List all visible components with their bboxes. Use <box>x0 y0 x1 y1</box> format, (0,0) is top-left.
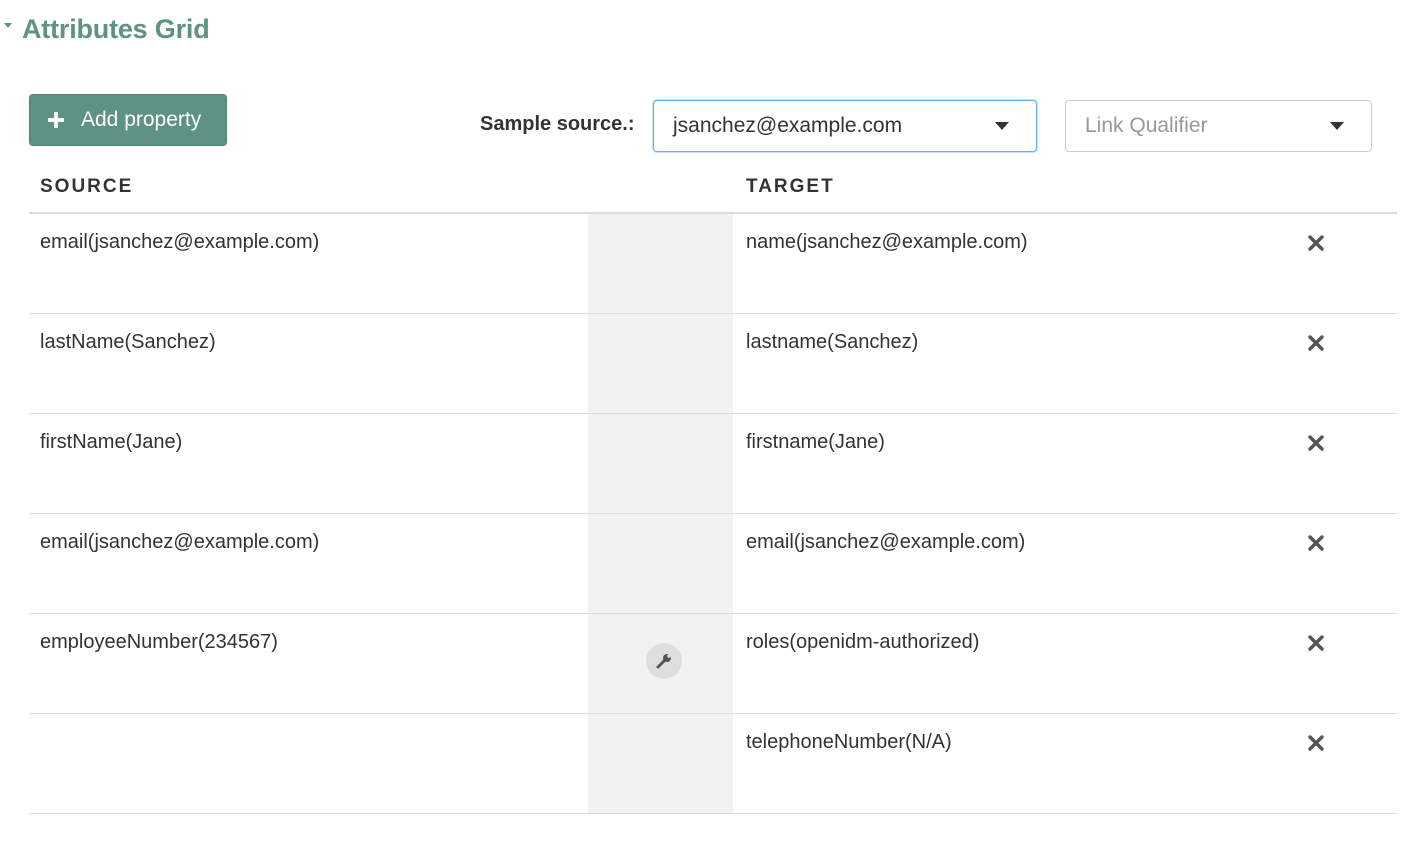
target-cell: telephoneNumber(N/A) <box>746 731 952 753</box>
attributes-grid-page: Attributes Grid Add property Sample sour… <box>0 0 1420 844</box>
source-cell: email(jsanchez@example.com) <box>40 531 320 553</box>
add-property-label: Add property <box>81 108 202 131</box>
target-cell: email(jsanchez@example.com) <box>746 531 1026 553</box>
table-row[interactable]: email(jsanchez@example.com) name(jsanche… <box>29 214 1397 314</box>
section-title: Attributes Grid <box>22 14 210 44</box>
table-row[interactable]: email(jsanchez@example.com) email(jsanch… <box>29 514 1397 614</box>
close-icon[interactable] <box>1307 334 1325 352</box>
close-icon[interactable] <box>1307 734 1325 752</box>
target-column-header: TARGET <box>746 176 835 197</box>
source-cell: firstName(Jane) <box>40 431 183 453</box>
section-toggle[interactable]: Attributes Grid <box>4 14 210 45</box>
source-column-header: SOURCE <box>40 176 134 197</box>
close-icon[interactable] <box>1307 234 1325 252</box>
plus-icon <box>48 112 64 128</box>
attributes-grid: email(jsanchez@example.com) name(jsanche… <box>29 214 1397 814</box>
chevron-down-icon <box>1330 122 1344 130</box>
transform-script-button[interactable] <box>646 643 682 679</box>
sample-source-label: Sample source.: <box>480 113 635 135</box>
source-cell: employeeNumber(234567) <box>40 631 278 653</box>
table-row[interactable]: firstName(Jane) firstname(Jane) <box>29 414 1397 514</box>
source-cell: lastName(Sanchez) <box>40 331 216 353</box>
wrench-icon <box>656 654 671 669</box>
caret-down-icon <box>4 23 12 28</box>
target-cell: lastname(Sanchez) <box>746 331 919 353</box>
sample-source-select[interactable]: jsanchez@example.com <box>653 100 1037 152</box>
target-cell: firstname(Jane) <box>746 431 885 453</box>
chevron-down-icon <box>995 122 1009 130</box>
table-row[interactable]: employeeNumber(234567) roles(openidm-aut… <box>29 614 1397 714</box>
link-qualifier-placeholder: Link Qualifier <box>1085 114 1208 137</box>
target-cell: name(jsanchez@example.com) <box>746 231 1028 253</box>
source-cell: email(jsanchez@example.com) <box>40 231 320 253</box>
sample-source-value: jsanchez@example.com <box>673 114 903 137</box>
add-property-button[interactable]: Add property <box>29 94 227 146</box>
table-row[interactable]: telephoneNumber(N/A) <box>29 714 1397 814</box>
target-cell: roles(openidm-authorized) <box>746 631 980 653</box>
link-qualifier-select[interactable]: Link Qualifier <box>1065 100 1372 152</box>
close-icon[interactable] <box>1307 534 1325 552</box>
close-icon[interactable] <box>1307 434 1325 452</box>
close-icon[interactable] <box>1307 634 1325 652</box>
table-row[interactable]: lastName(Sanchez) lastname(Sanchez) <box>29 314 1397 414</box>
